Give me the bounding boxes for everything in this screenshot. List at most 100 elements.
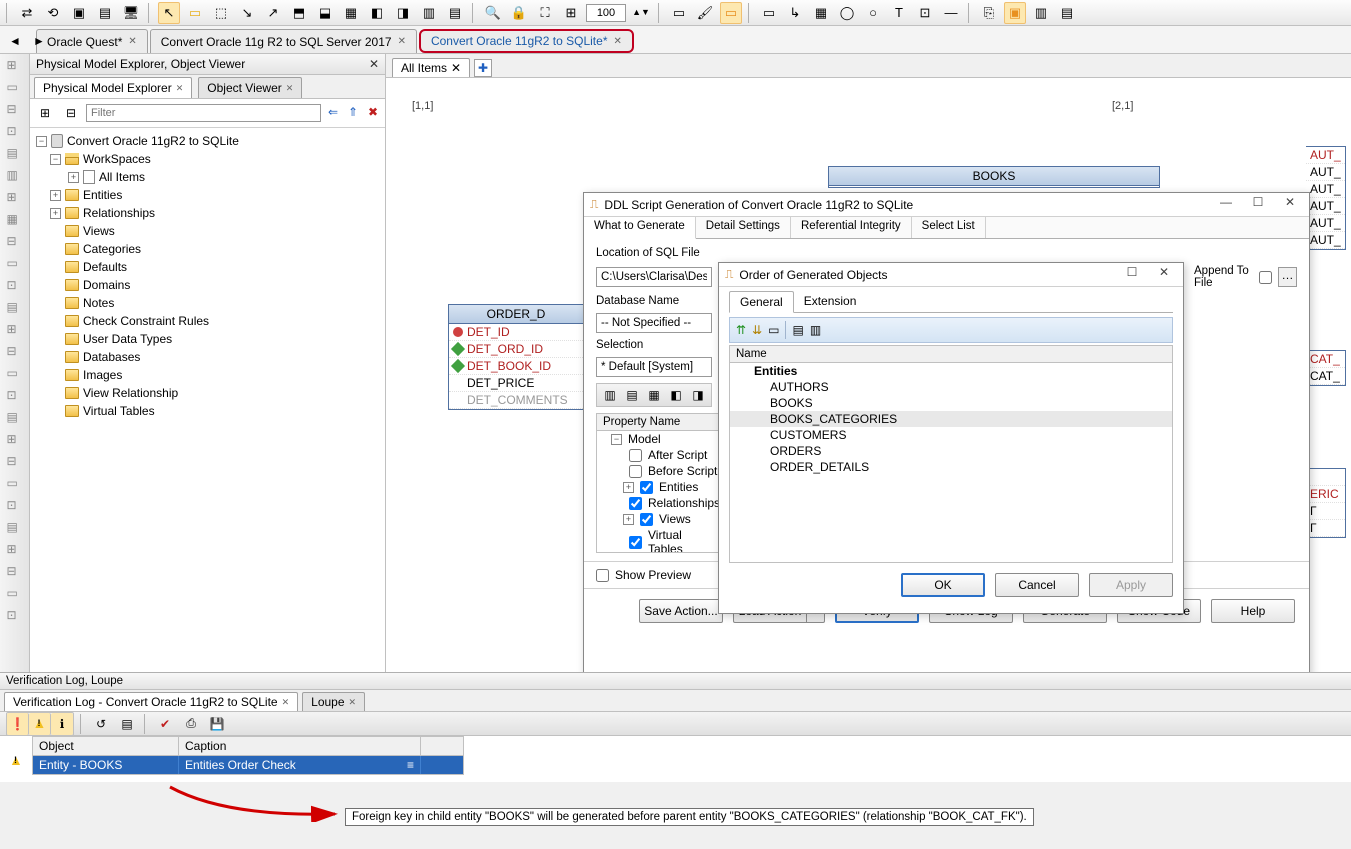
order-item[interactable]: AUTHORS — [730, 379, 1172, 395]
order-item[interactable]: ORDERS — [730, 443, 1172, 459]
toolbar-btn[interactable]: ⬒ — [288, 2, 310, 24]
toolbar-btn[interactable]: ⊡ — [914, 2, 936, 24]
nav-back-icon[interactable]: ⇐ — [325, 105, 341, 121]
entity-books[interactable]: BOOKS — [828, 166, 1160, 188]
gutter-icon[interactable]: ▦ — [7, 212, 23, 228]
text-tool-icon[interactable]: T — [888, 2, 910, 24]
tree-item[interactable]: User Data Types — [83, 332, 172, 346]
gutter-icon[interactable]: ▭ — [7, 256, 23, 272]
tab-select-list[interactable]: Select List — [912, 217, 986, 238]
filter-error-icon[interactable]: ❗ — [7, 713, 29, 735]
tree-item[interactable]: View Relationship — [83, 386, 178, 400]
toolbar-btn[interactable]: ▭ — [758, 2, 780, 24]
gutter-icon[interactable]: ⊡ — [7, 278, 23, 294]
gutter-icon[interactable]: ⊡ — [7, 388, 23, 404]
tree-item[interactable]: Domains — [83, 278, 130, 292]
prop-model[interactable]: Model — [628, 432, 661, 446]
gutter-icon[interactable]: ⊡ — [7, 498, 23, 514]
tab-prev-icon[interactable]: ◄ — [4, 30, 26, 52]
tab-loupe[interactable]: Loupe✕ — [302, 692, 365, 711]
toolbar-btn[interactable]: ◧ — [366, 2, 388, 24]
toolbar-btn[interactable]: ◨ — [392, 2, 414, 24]
order-item[interactable]: BOOKS — [730, 395, 1172, 411]
entity-order-details[interactable]: ORDER_D DET_ID DET_ORD_ID DET_BOOK_ID DE… — [448, 304, 584, 410]
gutter-icon[interactable]: ▤ — [7, 410, 23, 426]
tree-item[interactable]: Images — [83, 368, 122, 382]
clear-filter-icon[interactable]: ✖ — [365, 105, 381, 121]
column-header[interactable]: Caption — [179, 737, 421, 755]
toolbar-btn[interactable]: 🖥 — [120, 2, 142, 24]
filter-warning-icon[interactable] — [29, 713, 51, 735]
tree-item[interactable]: Views — [83, 224, 115, 238]
tree-all-items[interactable]: All Items — [99, 170, 145, 184]
doc-tab[interactable]: Oracle Quest*✕ — [36, 29, 148, 53]
gutter-icon[interactable]: ⊟ — [7, 234, 23, 250]
save-icon[interactable]: 💾 — [206, 713, 228, 735]
toolbar-btn[interactable]: ▣ — [68, 2, 90, 24]
doc-tab-active[interactable]: Convert Oracle 11gR2 to SQLite*✕ — [419, 29, 634, 53]
checkbox-relationships[interactable] — [629, 497, 642, 510]
doc-tab[interactable]: Convert Oracle 11g R2 to SQL Server 2017… — [150, 29, 417, 53]
tab-next-icon[interactable]: ► — [28, 30, 50, 52]
toolbar-btn[interactable]: ▥ — [601, 384, 619, 406]
checkbox-virtual-tables[interactable] — [629, 536, 642, 549]
tree-workspaces[interactable]: WorkSpaces — [83, 152, 151, 166]
new-tab-button[interactable]: ✚ — [474, 59, 492, 77]
toolbar-btn[interactable]: ▭ — [668, 2, 690, 24]
toolbar-btn[interactable]: ▥ — [418, 2, 440, 24]
tree-item[interactable]: Databases — [83, 350, 140, 364]
filter-input[interactable] — [86, 104, 321, 122]
verification-row[interactable]: Entity - BOOKS Entities Order Check≡ — [33, 756, 463, 774]
diagram-tab[interactable]: All Items✕ — [392, 58, 470, 77]
close-icon[interactable]: ✕ — [613, 36, 621, 47]
append-checkbox[interactable] — [1259, 271, 1272, 284]
gutter-icon[interactable]: ▭ — [7, 476, 23, 492]
tree-item[interactable]: Notes — [83, 296, 114, 310]
gutter-icon[interactable]: ▭ — [7, 80, 23, 96]
toolbar-btn[interactable]: ▭ — [184, 2, 206, 24]
close-icon[interactable]: ✕ — [286, 83, 294, 94]
tab-general[interactable]: General — [729, 291, 794, 313]
row-menu-icon[interactable]: ≡ — [407, 758, 414, 772]
nav-up-icon[interactable]: ⇑ — [345, 105, 361, 121]
show-preview-checkbox[interactable] — [596, 569, 609, 582]
toolbar-btn[interactable]: ⟲ — [42, 2, 64, 24]
tab-what-to-generate[interactable]: What to Generate — [584, 217, 696, 239]
tab-object-viewer[interactable]: Object Viewer✕ — [198, 77, 302, 98]
toolbar-btn[interactable]: ▤ — [1056, 2, 1078, 24]
toolbar-btn[interactable]: ◧ — [667, 384, 685, 406]
toolbar-btn[interactable]: ▭ — [720, 2, 742, 24]
gutter-icon[interactable]: ▤ — [7, 300, 23, 316]
minimize-button[interactable]: — — [1213, 195, 1239, 215]
zoom-btn[interactable]: ⊞ — [560, 2, 582, 24]
toolbar-icon[interactable]: ▭ — [768, 323, 779, 337]
close-icon[interactable]: ✕ — [451, 61, 461, 75]
move-up-all-icon[interactable]: ⇈ — [736, 323, 746, 337]
selection-select[interactable] — [596, 357, 712, 377]
toolbar-btn[interactable]: ⎙ — [180, 713, 202, 735]
toolbar-btn[interactable]: ▤ — [623, 384, 641, 406]
toolbar-btn[interactable]: ⬚ — [210, 2, 232, 24]
order-item[interactable]: ORDER_DETAILS — [730, 459, 1172, 475]
tree-toggle[interactable]: − — [50, 154, 61, 165]
toolbar-btn[interactable]: ⇄ — [16, 2, 38, 24]
toolbar-btn[interactable]: ◨ — [689, 384, 707, 406]
gutter-icon[interactable]: ▭ — [7, 366, 23, 382]
order-item-selected[interactable]: BOOKS_CATEGORIES — [730, 411, 1172, 427]
toolbar-btn[interactable]: ✔ — [154, 713, 176, 735]
cancel-button[interactable]: Cancel — [995, 573, 1079, 597]
toolbar-btn[interactable]: ▦ — [340, 2, 362, 24]
gutter-icon[interactable]: ⊞ — [7, 542, 23, 558]
entity-fragment[interactable]: ERIC Γ Γ — [1306, 468, 1346, 538]
toolbar-btn[interactable]: ○ — [862, 2, 884, 24]
gutter-icon[interactable]: ⊟ — [7, 344, 23, 360]
toolbar-btn[interactable]: ↘ — [236, 2, 258, 24]
tree-toggle[interactable]: + — [68, 172, 79, 183]
tree-toggle[interactable]: + — [623, 514, 634, 525]
toolbar-btn[interactable]: ↳ — [784, 2, 806, 24]
tree-root[interactable]: Convert Oracle 11gR2 to SQLite — [67, 134, 239, 148]
zoom-in-icon[interactable]: 🔍 — [482, 2, 504, 24]
close-button[interactable]: ✕ — [1277, 195, 1303, 215]
gutter-icon[interactable]: ⊟ — [7, 564, 23, 580]
maximize-button[interactable]: ☐ — [1119, 265, 1145, 285]
